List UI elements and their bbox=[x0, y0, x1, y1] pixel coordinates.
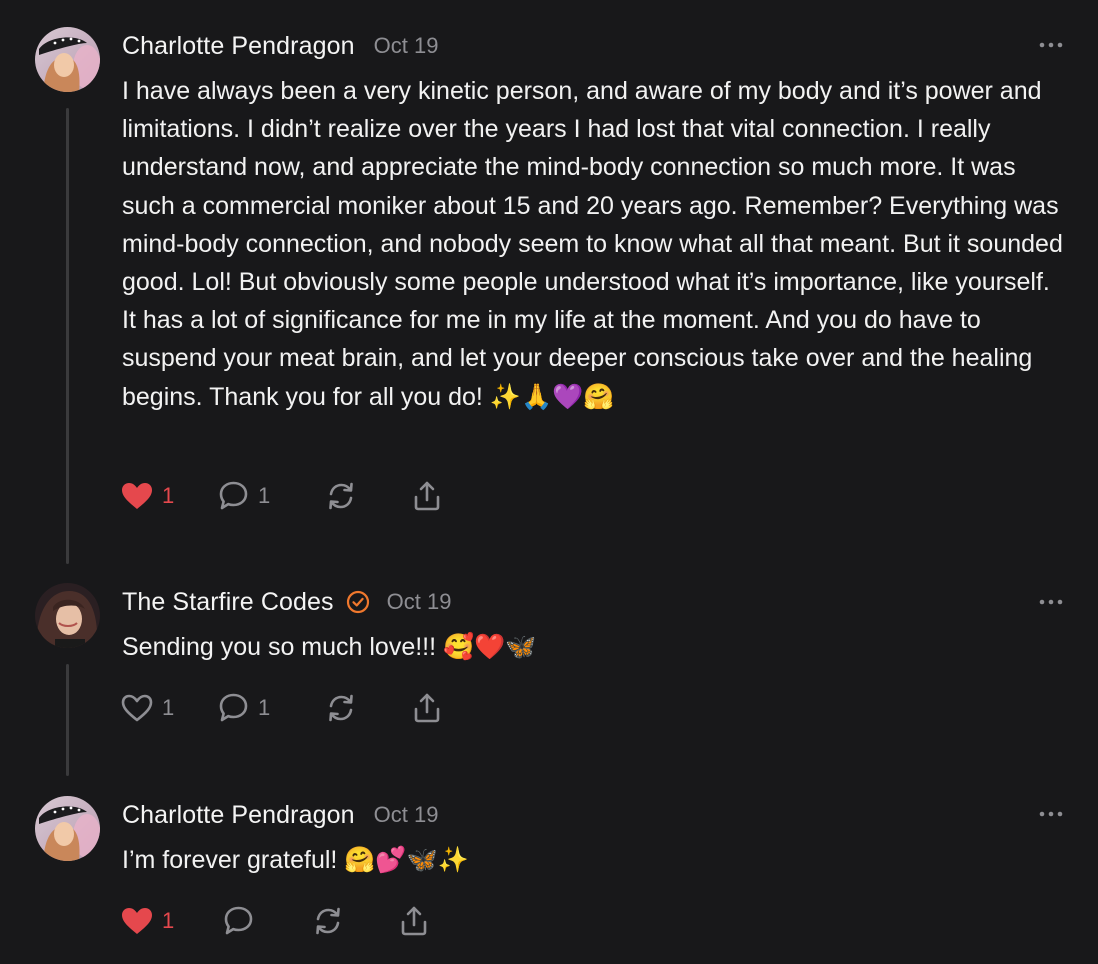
ellipsis-icon[interactable] bbox=[1038, 597, 1064, 607]
restack-button[interactable] bbox=[311, 904, 397, 938]
restack-arrows-icon bbox=[329, 694, 353, 722]
avatar[interactable] bbox=[35, 796, 100, 861]
author-name[interactable]: The Starfire Codes bbox=[122, 588, 334, 617]
heart-icon bbox=[122, 483, 152, 509]
share-button[interactable] bbox=[410, 691, 470, 725]
thread-line bbox=[66, 664, 69, 776]
ellipsis-icon[interactable] bbox=[1038, 809, 1064, 819]
reply-button[interactable] bbox=[221, 904, 311, 938]
verified-check-badge-icon bbox=[346, 590, 369, 614]
heart-icon bbox=[121, 694, 153, 722]
comment-text: I’m forever grateful! 🤗💕🦋✨ bbox=[122, 846, 469, 874]
restack-arrows-icon bbox=[329, 482, 353, 510]
comment-date[interactable]: Oct 19 bbox=[387, 589, 452, 615]
author-name[interactable]: Charlotte Pendragon bbox=[122, 801, 355, 830]
speech-bubble-icon bbox=[219, 481, 248, 510]
like-count: 1 bbox=[162, 483, 175, 508]
thread-line bbox=[66, 108, 69, 564]
reply-count: 1 bbox=[258, 483, 271, 508]
share-button[interactable] bbox=[397, 904, 457, 938]
share-button[interactable] bbox=[410, 479, 470, 513]
avatar[interactable] bbox=[35, 27, 100, 92]
speech-bubble-icon bbox=[224, 906, 253, 935]
like-button[interactable]: 1 bbox=[120, 479, 216, 513]
restack-button[interactable] bbox=[324, 479, 410, 513]
like-count: 1 bbox=[162, 908, 175, 933]
reply-count: 1 bbox=[258, 695, 271, 720]
comment-actions: 1 1 bbox=[120, 691, 470, 725]
like-button[interactable]: 1 bbox=[120, 691, 216, 725]
comment-actions: 1 bbox=[120, 904, 457, 938]
share-upload-icon bbox=[401, 906, 427, 936]
restack-arrows-icon bbox=[316, 907, 340, 935]
reply-button[interactable]: 1 bbox=[216, 479, 324, 513]
restack-button[interactable] bbox=[324, 691, 410, 725]
author-name[interactable]: Charlotte Pendragon bbox=[122, 32, 355, 61]
share-upload-icon bbox=[414, 481, 440, 511]
ellipsis-icon[interactable] bbox=[1038, 40, 1064, 50]
like-button[interactable]: 1 bbox=[120, 904, 221, 938]
share-upload-icon bbox=[414, 693, 440, 723]
heart-icon bbox=[122, 908, 152, 934]
avatar[interactable] bbox=[35, 583, 100, 648]
like-count: 1 bbox=[162, 695, 175, 720]
comment-text: I have always been a very kinetic person… bbox=[122, 77, 1070, 411]
comment-date[interactable]: Oct 19 bbox=[374, 33, 439, 59]
reply-button[interactable]: 1 bbox=[216, 691, 324, 725]
comment-text: Sending you so much love!!! 🥰❤️🦋 bbox=[122, 633, 537, 661]
speech-bubble-icon bbox=[219, 693, 248, 722]
comment-actions: 1 1 bbox=[120, 479, 470, 513]
comment-date[interactable]: Oct 19 bbox=[374, 802, 439, 828]
